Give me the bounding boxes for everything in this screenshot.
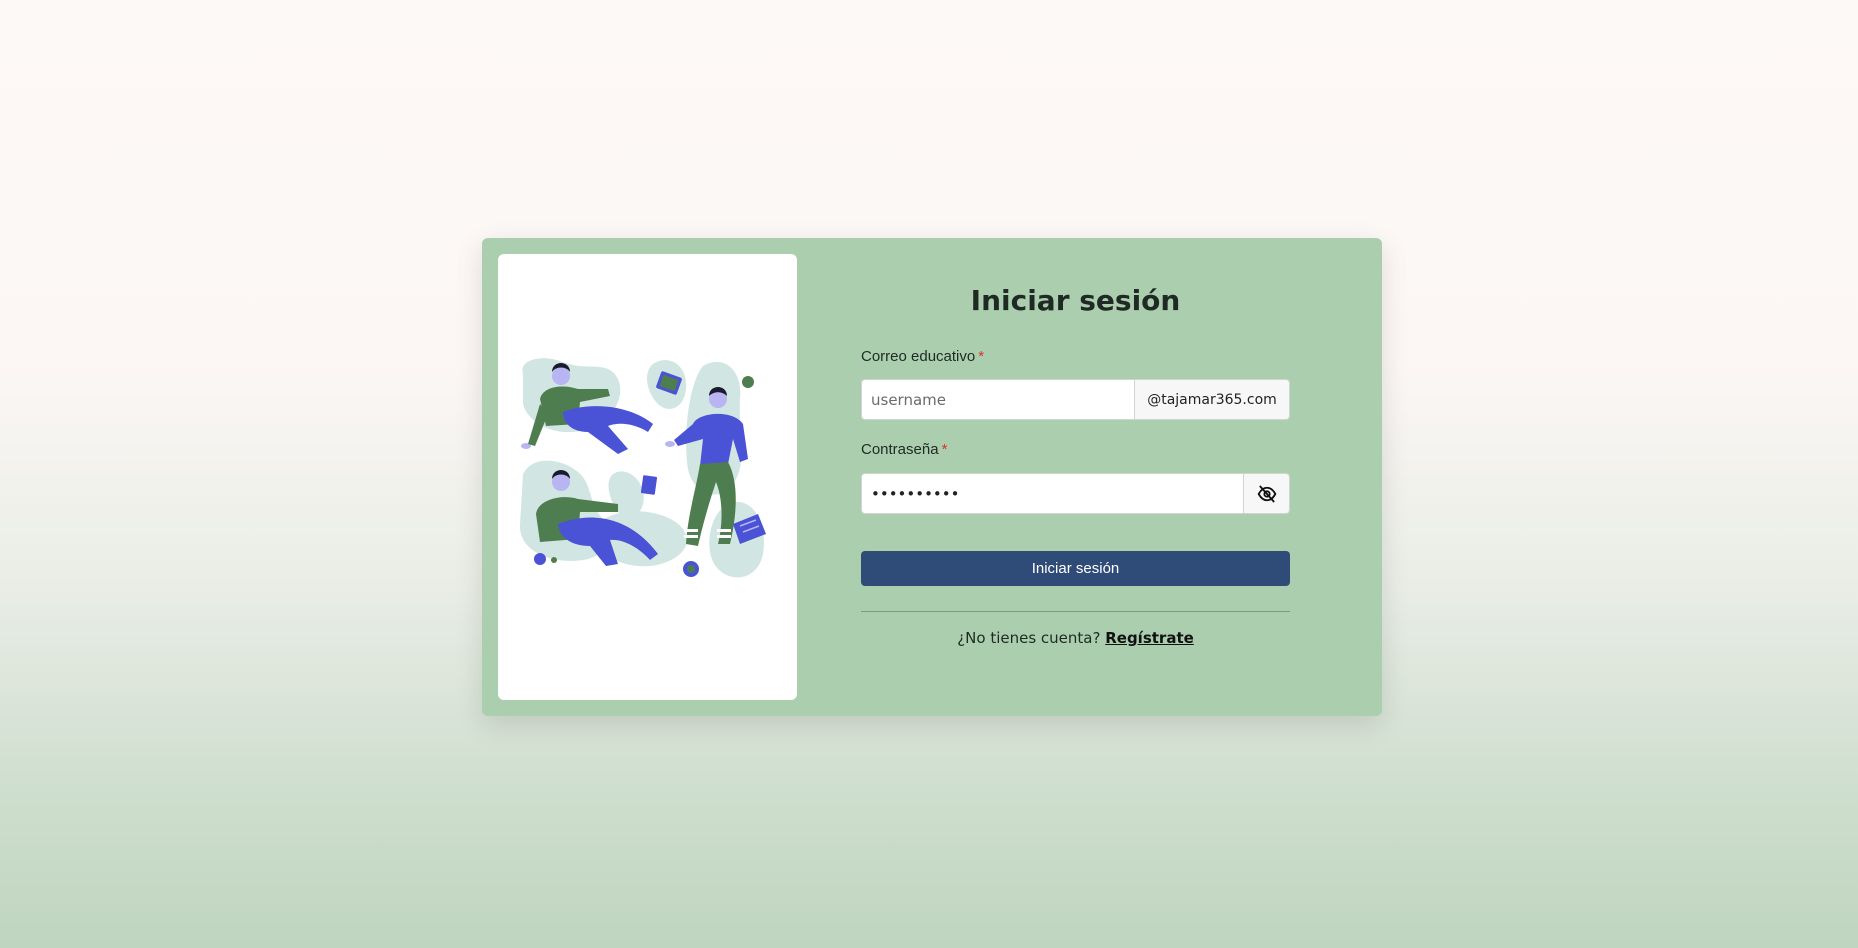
eye-slash-icon <box>1257 485 1276 502</box>
no-account-text: ¿No tienes cuenta? <box>957 629 1101 647</box>
email-label: Correo educativo * <box>861 348 984 365</box>
signup-row: ¿No tienes cuenta? Regístrate <box>861 629 1290 647</box>
email-domain-addon: @tajamar365.com <box>1135 379 1290 420</box>
illustration-panel <box>498 254 797 700</box>
password-label: Contraseña * <box>861 441 947 458</box>
login-card: Iniciar sesión Correo educativo* @tajama… <box>482 238 1382 716</box>
password-input[interactable] <box>861 473 1244 514</box>
page-title: Iniciar sesión <box>970 284 1181 317</box>
password-input-group <box>861 473 1290 514</box>
people-studying-illustration <box>519 358 766 578</box>
email-input-group: @tajamar365.com <box>861 379 1290 420</box>
username-input[interactable] <box>861 379 1135 420</box>
login-submit-button[interactable]: Iniciar sesión <box>861 551 1290 586</box>
password-label-text: Contraseña <box>861 441 939 458</box>
toggle-password-button[interactable] <box>1244 473 1290 514</box>
divider <box>861 611 1290 612</box>
signup-link[interactable]: Regístrate <box>1105 629 1194 647</box>
email-label-text: Correo educativo <box>861 348 976 365</box>
required-mark: * <box>941 441 948 458</box>
required-mark: * <box>978 348 985 365</box>
